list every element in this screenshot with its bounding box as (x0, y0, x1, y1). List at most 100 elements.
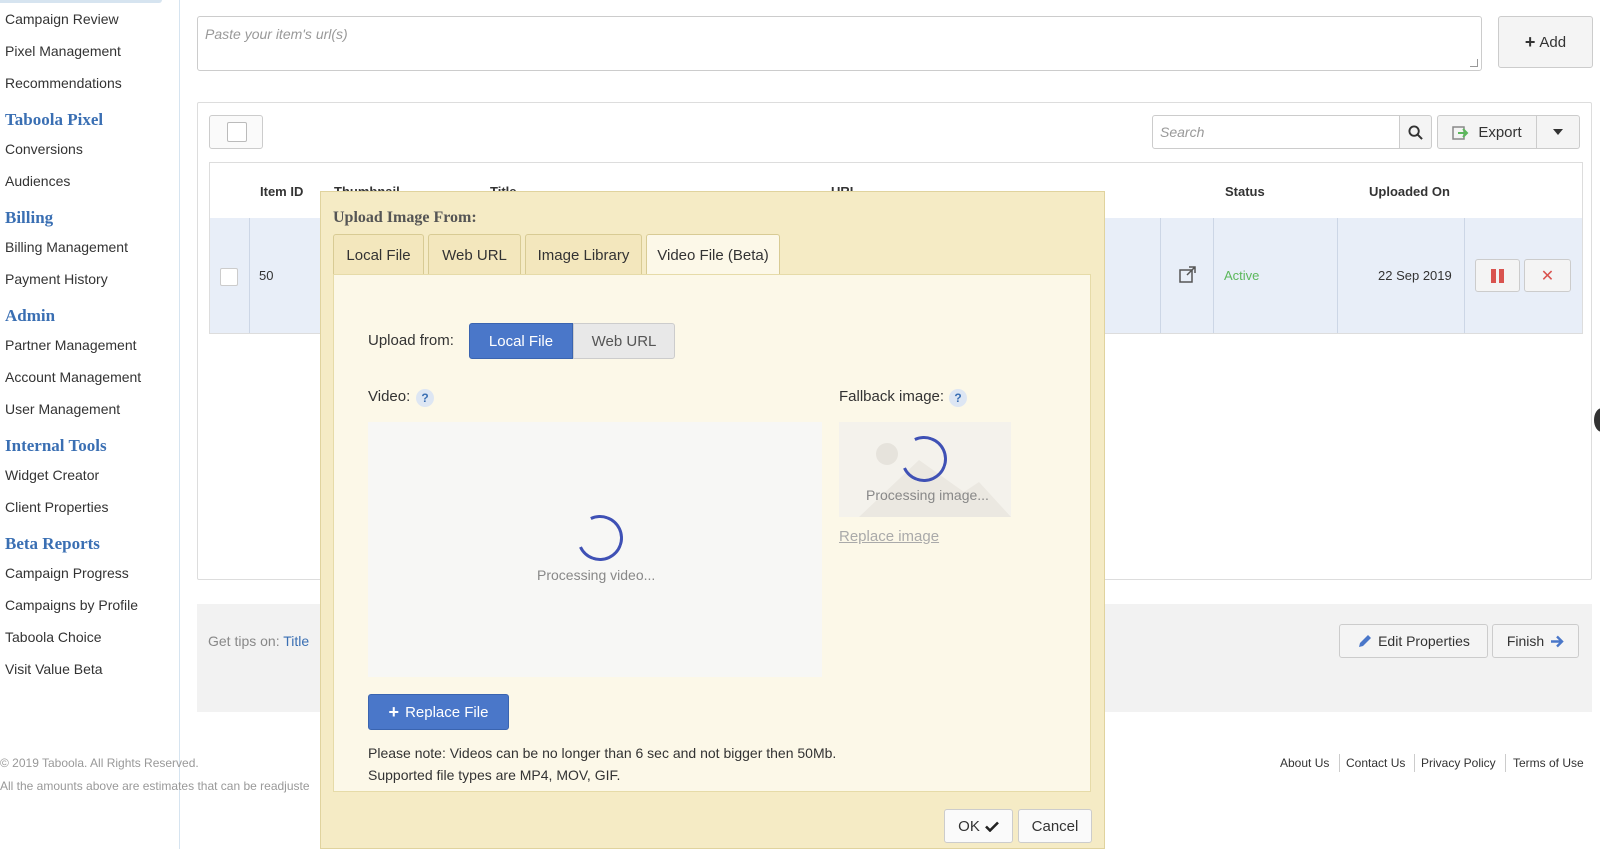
column-header-uploaded-on[interactable]: Uploaded On (1369, 184, 1450, 199)
footer-link-terms-of-use[interactable]: Terms of Use (1513, 756, 1584, 770)
pause-icon-bar (1499, 268, 1504, 283)
sidebar-item-account-management[interactable]: Account Management (5, 369, 141, 385)
footer-divider (1339, 754, 1340, 772)
help-widget[interactable] (1594, 408, 1600, 432)
footer-link-privacy-policy[interactable]: Privacy Policy (1421, 756, 1496, 770)
footer-disclaimer: All the amounts above are estimates that… (0, 779, 310, 793)
column-divider (1464, 218, 1465, 333)
edit-properties-label: Edit Properties (1378, 633, 1470, 649)
replace-file-label: Replace File (405, 703, 489, 721)
cell-item-id: 50 (259, 268, 274, 283)
replace-file-button[interactable]: + Replace File (368, 694, 509, 730)
video-label: Video: (368, 388, 411, 405)
upload-option-web-url[interactable]: Web URL (573, 323, 675, 359)
sidebar-item-client-properties[interactable]: Client Properties (5, 499, 109, 515)
close-icon: ✕ (1540, 267, 1555, 285)
processing-image-text: Processing image... (866, 487, 989, 503)
checkbox-icon (227, 122, 247, 142)
external-link-icon[interactable] (1179, 266, 1196, 283)
status-badge: Active (1224, 268, 1260, 283)
footer-link-about-us[interactable]: About Us (1280, 756, 1329, 770)
resize-handle-icon[interactable] (1470, 59, 1478, 67)
sidebar-item-recommendations[interactable]: Recommendations (5, 75, 122, 91)
fallback-help-icon[interactable]: ? (949, 389, 967, 407)
note-line-1: Please note: Videos can be no longer tha… (368, 745, 837, 761)
row-checkbox[interactable] (220, 268, 238, 286)
caret-down-icon (1553, 129, 1563, 135)
tips-prefix: Get tips on: (208, 633, 280, 649)
dialog-title: Upload Image From: (333, 209, 477, 226)
sidebar-item-pixel-management[interactable]: Pixel Management (5, 43, 121, 59)
delete-button[interactable]: ✕ (1524, 259, 1571, 292)
column-divider (1337, 218, 1338, 333)
search-input[interactable]: Search (1152, 115, 1400, 149)
column-divider (1160, 218, 1161, 333)
sidebar-item-taboola-choice[interactable]: Taboola Choice (5, 629, 102, 645)
sidebar-item-payment-history[interactable]: Payment History (5, 271, 108, 287)
sidebar-section-internal-tools: Internal Tools (5, 436, 107, 455)
column-divider (1213, 218, 1214, 333)
export-label: Export (1478, 123, 1522, 141)
footer-link-contact-us[interactable]: Contact Us (1346, 756, 1405, 770)
tab-image-library[interactable]: Image Library (525, 234, 642, 275)
pause-button[interactable] (1475, 259, 1520, 292)
tab-video-file-beta[interactable]: Video File (Beta) (646, 234, 780, 276)
column-header-status[interactable]: Status (1225, 184, 1265, 199)
video-help-icon[interactable]: ? (416, 389, 434, 407)
upload-option-local-file[interactable]: Local File (469, 323, 573, 359)
tips-text: Get tips on: Title (208, 633, 309, 649)
tips-link-title[interactable]: Title (283, 633, 309, 649)
sidebar-item-audiences[interactable]: Audiences (5, 173, 70, 189)
sidebar-item-campaign-review[interactable]: Campaign Review (5, 11, 119, 27)
ok-button[interactable]: OK (944, 809, 1013, 843)
url-input[interactable]: Paste your item's url(s) (197, 16, 1482, 71)
export-dropdown-button[interactable] (1537, 115, 1580, 149)
footer-divider (1414, 754, 1415, 772)
add-button-label: Add (1539, 33, 1567, 51)
search-placeholder: Search (1160, 124, 1205, 140)
sidebar-item-visit-value-beta[interactable]: Visit Value Beta (5, 661, 103, 677)
ok-label: OK (958, 817, 980, 835)
plus-icon: + (1524, 31, 1536, 52)
edit-properties-button[interactable]: Edit Properties (1339, 624, 1488, 658)
sidebar-active-indicator (0, 0, 162, 3)
upload-from-label: Upload from: (368, 332, 454, 349)
sidebar-item-campaigns-by-profile[interactable]: Campaigns by Profile (5, 597, 138, 613)
replace-image-link[interactable]: Replace image (839, 528, 939, 545)
processing-video-text: Processing video... (537, 567, 656, 583)
sidebar-item-user-management[interactable]: User Management (5, 401, 120, 417)
cancel-button[interactable]: Cancel (1018, 809, 1092, 843)
sidebar-item-billing-management[interactable]: Billing Management (5, 239, 128, 255)
sidebar-section-admin: Admin (5, 306, 56, 325)
sidebar-item-conversions[interactable]: Conversions (5, 141, 83, 157)
export-button[interactable]: Export (1437, 115, 1537, 149)
finish-label: Finish (1506, 633, 1545, 649)
search-button[interactable] (1400, 115, 1432, 149)
search-icon (1408, 124, 1423, 140)
sidebar-item-partner-management[interactable]: Partner Management (5, 337, 137, 353)
column-divider (249, 218, 250, 333)
sidebar-section-beta-reports: Beta Reports (5, 534, 100, 553)
footer-divider (1505, 754, 1506, 772)
select-all-checkbox[interactable] (209, 115, 263, 149)
tab-web-url[interactable]: Web URL (428, 234, 521, 275)
note-line-2: Supported file types are MP4, MOV, GIF. (368, 767, 621, 783)
fallback-image-label: Fallback image: (839, 388, 945, 405)
sidebar: Campaign Review Pixel Management Recomme… (0, 0, 180, 849)
sidebar-item-campaign-progress[interactable]: Campaign Progress (5, 565, 129, 581)
tab-local-file[interactable]: Local File (333, 234, 424, 275)
check-icon (984, 821, 999, 832)
pencil-icon (1359, 634, 1372, 647)
sidebar-item-widget-creator[interactable]: Widget Creator (5, 467, 99, 483)
finish-button[interactable]: Finish (1492, 624, 1579, 658)
url-input-placeholder: Paste your item's url(s) (205, 26, 348, 42)
sidebar-section-billing: Billing (5, 208, 54, 227)
add-button[interactable]: + Add (1498, 16, 1593, 68)
export-icon (1452, 126, 1469, 140)
plus-icon: + (388, 701, 400, 722)
sidebar-section-taboola-pixel: Taboola Pixel (5, 110, 104, 129)
column-header-item-id[interactable]: Item ID (260, 184, 303, 199)
cancel-label: Cancel (1031, 817, 1079, 835)
footer-copyright: © 2019 Taboola. All Rights Reserved. (0, 756, 199, 770)
arrow-right-icon (1551, 635, 1564, 647)
